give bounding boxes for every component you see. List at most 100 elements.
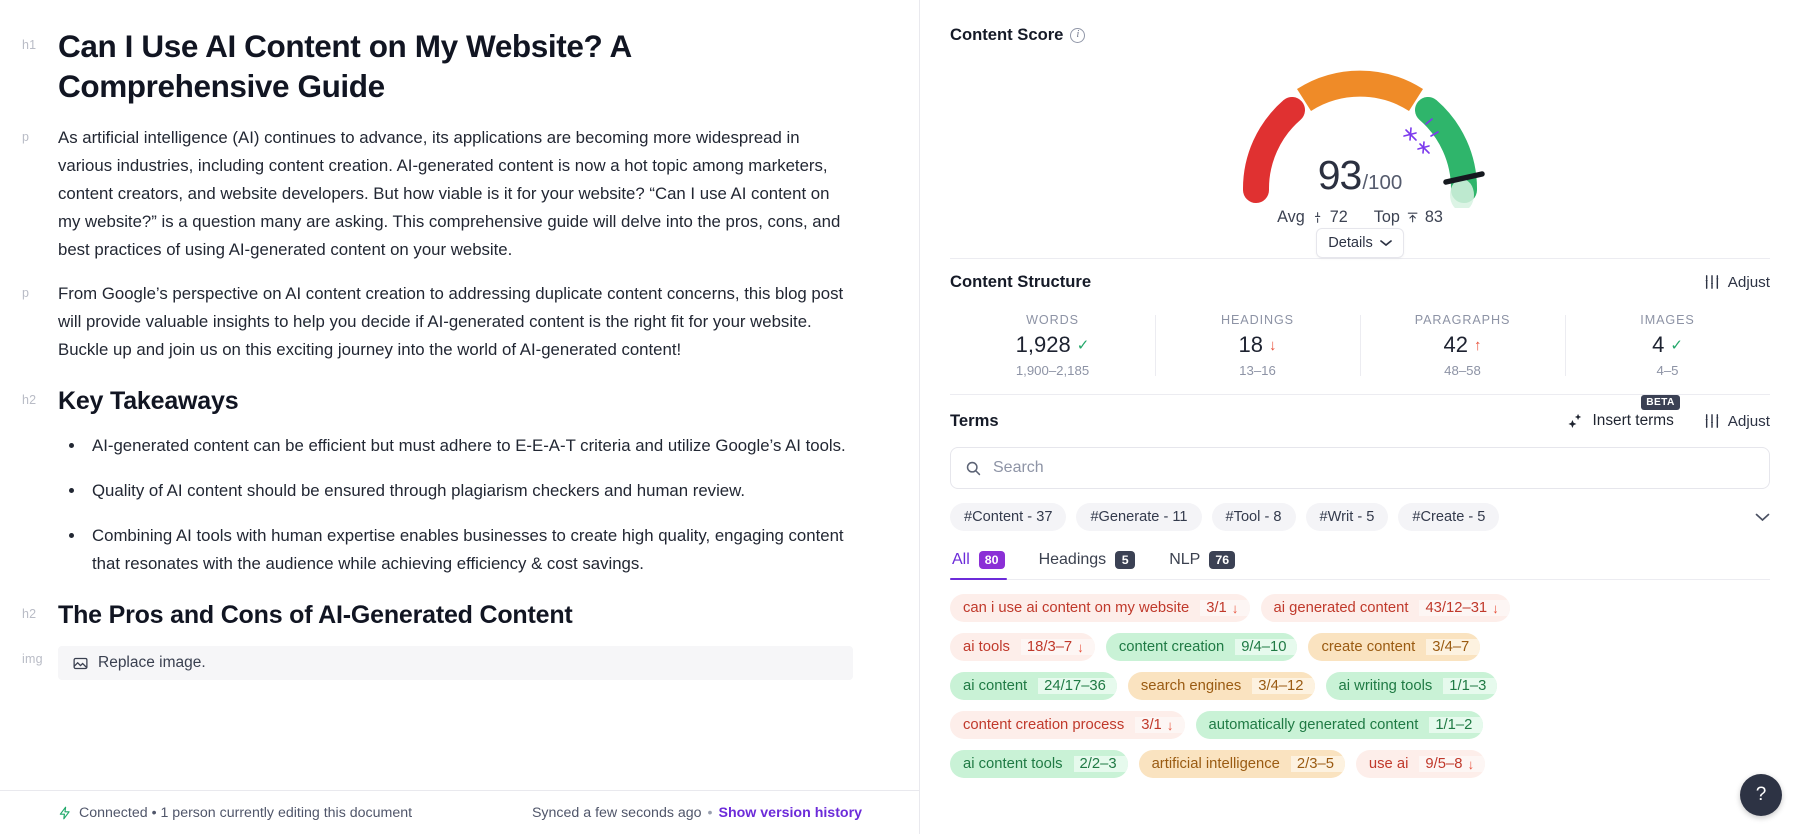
average-icon bbox=[1311, 210, 1324, 225]
term-count: 9/5–8 bbox=[1425, 756, 1463, 772]
term-count-wrap: 43/12–31 ↓ bbox=[1419, 600, 1510, 616]
stat-value-wrap: 42 ↑ bbox=[1360, 332, 1565, 358]
terms-header: Terms Insert terms BETA Adjust bbox=[950, 395, 1770, 447]
details-button[interactable]: Details bbox=[1316, 228, 1404, 258]
chip-generate[interactable]: #Generate - 11 bbox=[1076, 503, 1202, 531]
insert-terms-button[interactable]: Insert terms BETA bbox=[1567, 395, 1680, 430]
term-name: artificial intelligence bbox=[1151, 756, 1280, 772]
stat-value: 42 bbox=[1443, 332, 1468, 357]
term-pill[interactable]: ai writing tools 1/1–3 bbox=[1325, 672, 1498, 700]
check-icon: ✓ bbox=[1670, 337, 1683, 354]
term-pill[interactable]: content creation 9/4–10 bbox=[1105, 633, 1298, 661]
term-pill[interactable]: can i use ai content on my website 3/1 ↓ bbox=[950, 594, 1250, 622]
chip-content[interactable]: #Content - 37 bbox=[950, 503, 1067, 531]
stat-label: WORDS bbox=[1026, 313, 1079, 327]
term-count-wrap: 24/17–36 bbox=[1038, 678, 1117, 694]
term-count: 18/3–7 bbox=[1026, 639, 1073, 655]
content-structure-title: Content Structure bbox=[950, 272, 1092, 291]
heading-pros-and-cons[interactable]: The Pros and Cons of AI-Generated Conten… bbox=[58, 598, 855, 632]
doc-block-p2: p From Google’s perspective on AI conten… bbox=[22, 280, 855, 364]
expand-chips-chevron-down-icon[interactable] bbox=[1755, 513, 1770, 522]
details-row: Details bbox=[950, 228, 1770, 258]
chip-tool[interactable]: #Tool - 8 bbox=[1211, 503, 1296, 531]
term-pill[interactable]: ai generated content 43/12–31 ↓ bbox=[1260, 594, 1510, 622]
sync-status: Synced a few seconds ago • Show version … bbox=[532, 805, 919, 821]
editor-status-bar: Connected • 1 person currently editing t… bbox=[0, 790, 919, 834]
term-row: content creation process 3/1 ↓ automatic… bbox=[950, 711, 1770, 739]
stat-label: HEADINGS bbox=[1221, 313, 1294, 327]
info-icon[interactable]: i bbox=[1070, 27, 1086, 43]
term-pill[interactable]: automatically generated content 1/1–2 bbox=[1195, 711, 1484, 739]
stat-label: PARAGRAPHS bbox=[1414, 313, 1511, 327]
heading-key-takeaways[interactable]: Key Takeaways bbox=[58, 384, 855, 418]
key-takeaways-list: AI-generated content can be efficient bu… bbox=[86, 432, 855, 578]
question-mark-icon: ? bbox=[1755, 784, 1767, 805]
content-structure-adjust-button[interactable]: Adjust bbox=[1704, 274, 1770, 291]
page-title[interactable]: Can I Use AI Content on My Website? A Co… bbox=[58, 26, 855, 106]
sliders-icon bbox=[1704, 413, 1720, 429]
chip-create[interactable]: #Create - 5 bbox=[1398, 503, 1500, 531]
adjust-label: Adjust bbox=[1727, 273, 1770, 291]
top-arrow-icon bbox=[1406, 210, 1419, 225]
connection-status: Connected • 1 person currently editing t… bbox=[0, 805, 412, 821]
replace-image-label: Replace image. bbox=[98, 654, 206, 671]
term-pill[interactable]: ai tools 18/3–7 ↓ bbox=[950, 633, 1095, 661]
list-item[interactable]: Quality of AI content should be ensured … bbox=[86, 477, 855, 505]
term-count-wrap: 3/4–12 bbox=[1252, 678, 1315, 694]
block-type-label-p2: p bbox=[22, 286, 30, 300]
paragraph-second[interactable]: From Google’s perspective on AI content … bbox=[58, 280, 855, 364]
doc-block-image: img Replace image. bbox=[22, 646, 855, 680]
term-pill[interactable]: ai content 24/17–36 bbox=[950, 672, 1117, 700]
term-pill[interactable]: ai content tools 2/2–3 bbox=[950, 750, 1128, 778]
block-type-label-h2a: h2 bbox=[22, 393, 37, 407]
terms-title: Terms bbox=[950, 411, 999, 430]
stat-headings: HEADINGS 18 ↓ 13–16 bbox=[1155, 313, 1360, 378]
term-pill[interactable]: search engines 3/4–12 bbox=[1127, 672, 1315, 700]
term-name: can i use ai content on my website bbox=[963, 600, 1190, 616]
content-score-gauge: 93 /100 Avg 72 Top 83 bbox=[950, 56, 1770, 228]
term-count-wrap: 3/1 ↓ bbox=[1135, 717, 1185, 733]
term-count: 43/12–31 bbox=[1425, 600, 1488, 616]
term-name: use ai bbox=[1368, 756, 1409, 772]
tab-nlp[interactable]: NLP 76 bbox=[1167, 543, 1237, 579]
terms-search-box[interactable] bbox=[950, 447, 1770, 489]
tab-headings[interactable]: Headings 5 bbox=[1037, 543, 1138, 579]
tab-label: All bbox=[952, 551, 970, 568]
top-value: 83 bbox=[1424, 208, 1443, 226]
tab-all[interactable]: All 80 bbox=[950, 543, 1007, 580]
tab-badge: 76 bbox=[1209, 551, 1236, 569]
list-item[interactable]: Combining AI tools with human expertise … bbox=[86, 522, 855, 578]
term-count: 3/4–12 bbox=[1258, 678, 1304, 694]
top-benchmark: Top 83 bbox=[1374, 208, 1443, 227]
term-pill[interactable]: create content 3/4–7 bbox=[1308, 633, 1481, 661]
tab-badge: 5 bbox=[1115, 551, 1136, 569]
document-body[interactable]: h1 Can I Use AI Content on My Website? A… bbox=[0, 0, 919, 680]
replace-image-placeholder[interactable]: Replace image. bbox=[58, 646, 853, 680]
term-row: ai content tools 2/2–3 artificial intell… bbox=[950, 750, 1770, 778]
doc-block-h1: h1 Can I Use AI Content on My Website? A… bbox=[22, 26, 855, 106]
show-version-history-link[interactable]: Show version history bbox=[719, 805, 862, 821]
stat-label: IMAGES bbox=[1640, 313, 1695, 327]
seo-side-panel: Content Score i 93 /100 Avg 72 Top 83 De… bbox=[920, 0, 1800, 834]
paragraph-intro[interactable]: As artificial intelligence (AI) continue… bbox=[58, 124, 855, 264]
list-item[interactable]: AI-generated content can be efficient bu… bbox=[86, 432, 855, 460]
term-count: 1/1–2 bbox=[1435, 717, 1473, 733]
stat-value-wrap: 1,928 ✓ bbox=[950, 332, 1155, 358]
term-count-wrap: 1/1–3 bbox=[1443, 678, 1498, 694]
content-score-title: Content Score bbox=[950, 25, 1064, 44]
term-count-wrap: 18/3–7 ↓ bbox=[1020, 639, 1095, 655]
terms-adjust-button[interactable]: Adjust bbox=[1704, 413, 1770, 430]
block-type-label-h1: h1 bbox=[22, 38, 37, 52]
chip-writ[interactable]: #Writ - 5 bbox=[1305, 503, 1389, 531]
term-name: search engines bbox=[1140, 678, 1242, 694]
arrow-down-icon: ↓ bbox=[1492, 600, 1499, 616]
help-button[interactable]: ? bbox=[1740, 774, 1782, 816]
term-count: 3/1 bbox=[1141, 717, 1162, 733]
term-pill[interactable]: content creation process 3/1 ↓ bbox=[950, 711, 1185, 739]
search-input[interactable] bbox=[993, 459, 1755, 477]
score-readout: 93 /100 bbox=[1318, 152, 1403, 199]
term-pill[interactable]: artificial intelligence 2/3–5 bbox=[1138, 750, 1345, 778]
term-name: ai content tools bbox=[963, 756, 1063, 772]
check-icon: ✓ bbox=[1076, 337, 1090, 354]
term-pill[interactable]: use ai 9/5–8 ↓ bbox=[1355, 750, 1486, 778]
